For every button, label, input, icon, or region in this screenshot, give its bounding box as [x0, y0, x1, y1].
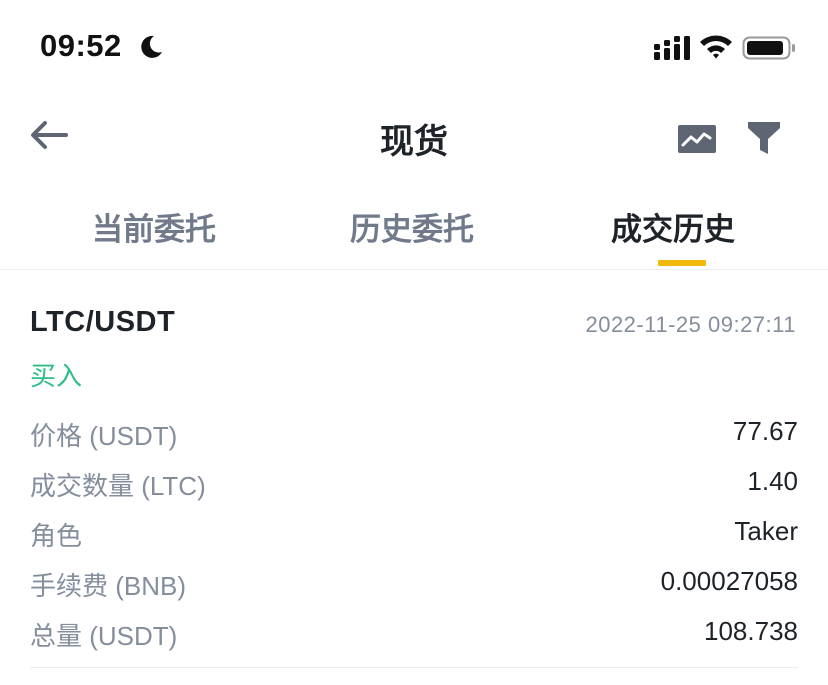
nav-bar: 现货	[0, 96, 828, 180]
tab-order-history[interactable]: 历史委托	[350, 204, 474, 249]
trade-side: 买入	[30, 361, 83, 391]
wifi-icon	[700, 35, 732, 59]
tab-trade-history[interactable]: 成交历史	[611, 204, 735, 249]
fee-label: 手续费 (BNB)	[30, 571, 187, 601]
trade-history-item[interactable]: LTC/USDT 2022-11-25 09:27:11 买入 价格 (USDT…	[30, 300, 798, 668]
moon-icon	[141, 35, 162, 58]
battery-icon	[742, 36, 795, 60]
fee-row: 手续费 (BNB) 0.00027058	[30, 566, 798, 606]
status-bar: 09:52	[0, 0, 828, 96]
filled-amount-row: 成交数量 (LTC) 1.40	[30, 466, 798, 506]
fee-value: 0.00027058	[660, 566, 798, 596]
filter-icon[interactable]	[747, 120, 781, 156]
total-label: 总量 (USDT)	[30, 621, 178, 651]
role-label: 角色	[30, 521, 83, 551]
tab-open-orders[interactable]: 当前委托	[92, 204, 216, 249]
trade-timestamp: 2022-11-25 09:27:11	[585, 312, 796, 337]
trade-pair: LTC/USDT	[30, 306, 176, 338]
price-value: 77.67	[732, 416, 798, 446]
total-row: 总量 (USDT) 108.738	[30, 616, 798, 656]
chart-icon[interactable]	[677, 124, 717, 154]
total-value: 108.738	[704, 616, 798, 646]
active-tab-indicator	[658, 260, 706, 266]
tab-bar: 当前委托 历史委托 成交历史	[0, 190, 828, 270]
filled-amount-label: 成交数量 (LTC)	[30, 471, 206, 501]
price-row: 价格 (USDT) 77.67	[30, 416, 798, 456]
role-value: Taker	[734, 516, 798, 546]
status-time: 09:52	[40, 28, 122, 63]
price-label: 价格 (USDT)	[30, 421, 178, 451]
cellular-signal-icon	[654, 36, 690, 60]
role-row: 角色 Taker	[30, 516, 798, 556]
filled-amount-value: 1.40	[747, 466, 798, 496]
